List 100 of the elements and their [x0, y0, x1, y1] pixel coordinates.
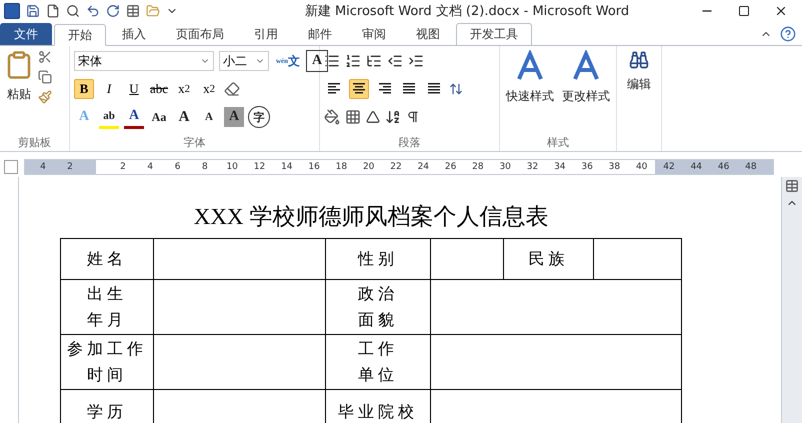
ruler-number: 2 — [67, 162, 73, 172]
table-cell[interactable]: 政治 面貌 — [326, 280, 431, 335]
view-ruler-icon[interactable] — [785, 179, 799, 193]
format-button[interactable]: I — [99, 79, 119, 99]
ruler-number: 6 — [174, 162, 180, 172]
bullets-icon[interactable] — [324, 53, 340, 69]
table-cell[interactable]: 民族 — [504, 239, 594, 280]
ruler-number: 40 — [636, 162, 648, 172]
document-title: XXX 学校师德师风档案个人信息表 — [194, 203, 548, 231]
numbering-icon[interactable] — [345, 53, 361, 69]
clear-format-icon[interactable] — [224, 81, 240, 97]
font-effect-button[interactable]: A — [124, 106, 144, 128]
ruler-number: 16 — [308, 162, 320, 172]
ruler-number: 10 — [226, 162, 238, 172]
cut-icon[interactable] — [38, 50, 52, 64]
ruler-number: 26 — [444, 162, 456, 172]
styles-button[interactable]: 快速样式 — [506, 88, 554, 105]
ribbon-tab[interactable]: 页面布局 — [162, 23, 238, 45]
find-icon[interactable] — [629, 50, 649, 70]
ruler-number: 48 — [745, 162, 757, 172]
redo-icon[interactable] — [106, 4, 120, 18]
horizontal-ruler[interactable]: 4 2 2 4 6 8 10 12 14 16 18 20 22 24 26 28 30 32 34 36 38 40 42 44 46 48 — [24, 159, 774, 175]
table-cell[interactable]: 学历 — [61, 390, 154, 423]
table-cell[interactable] — [154, 335, 326, 390]
table-cell[interactable] — [594, 239, 682, 280]
table-cell[interactable]: 性别 — [326, 239, 431, 280]
ribbon-tab[interactable]: 引用 — [240, 23, 292, 45]
table-cell[interactable] — [154, 239, 326, 280]
ruler-number: 2 — [120, 162, 126, 172]
table-cell[interactable]: 参加工作 时间 — [61, 335, 154, 390]
format-painter-icon[interactable] — [38, 90, 52, 104]
maximize-icon[interactable] — [738, 5, 750, 17]
new-document-icon[interactable] — [46, 4, 60, 18]
field-label: 性别 — [358, 248, 398, 270]
font-effect-button[interactable]: ab — [99, 106, 119, 128]
tab-selector-icon[interactable] — [4, 160, 18, 174]
editing-button[interactable]: 编辑 — [627, 76, 651, 93]
field-label: 年月 — [87, 309, 127, 331]
ribbon-tab[interactable]: 插入 — [108, 23, 160, 45]
table-cell[interactable] — [431, 280, 682, 335]
font-effect-button[interactable]: 字 — [249, 107, 269, 127]
font-effect-button[interactable]: A — [199, 107, 219, 127]
format-button[interactable]: B — [74, 79, 94, 99]
field-label: 参加工作 — [67, 338, 147, 360]
increase-indent-icon[interactable] — [408, 53, 424, 69]
help-icon[interactable] — [780, 26, 796, 42]
table-cell[interactable]: 毕业院校 — [326, 390, 431, 423]
group-label: 样式 — [546, 135, 570, 151]
multilevel-list-icon[interactable] — [366, 53, 382, 69]
sort-icon[interactable] — [385, 109, 401, 125]
ribbon-tab[interactable]: 开发工具 — [456, 23, 532, 45]
ruler-number: 38 — [608, 162, 620, 172]
borders-icon[interactable] — [345, 109, 361, 125]
vertical-scrollbar[interactable] — [781, 177, 802, 423]
ruler-number: 30 — [499, 162, 511, 172]
styles-icon — [515, 50, 545, 82]
field-label: 单位 — [358, 364, 398, 386]
table-cell[interactable] — [154, 280, 326, 335]
line-spacing-icon[interactable] — [449, 82, 463, 96]
ruler-number: 46 — [718, 162, 730, 172]
lines-icon — [352, 83, 366, 95]
font-effect-button[interactable]: A — [224, 107, 244, 127]
ribbon-tab[interactable]: 邮件 — [294, 23, 346, 45]
undo-icon[interactable] — [86, 4, 100, 18]
shading-icon[interactable] — [324, 109, 340, 125]
ruler-number: 8 — [202, 162, 208, 172]
save-icon[interactable] — [26, 4, 40, 18]
file-tab[interactable]: 文件 — [0, 23, 52, 45]
decrease-indent-icon[interactable] — [387, 53, 403, 69]
format-button[interactable]: U — [124, 79, 144, 99]
styles-icon — [571, 50, 601, 82]
table-icon[interactable] — [126, 4, 140, 18]
table-cell[interactable]: 工作 单位 — [326, 335, 431, 390]
font-effect-button[interactable]: Aa — [149, 107, 169, 127]
field-label: 工作 — [358, 338, 398, 360]
font-size-field[interactable]: 小二 — [219, 51, 269, 71]
copy-icon[interactable] — [38, 70, 52, 84]
print-preview-icon[interactable] — [66, 4, 80, 18]
font-effect-button[interactable]: A — [174, 107, 194, 127]
ribbon-tab[interactable]: 视图 — [402, 23, 454, 45]
ruler-number: 18 — [336, 162, 348, 172]
ruler-number: 12 — [254, 162, 266, 172]
styles-button[interactable]: 更改样式 — [562, 88, 610, 105]
paragraph-mark-icon[interactable] — [406, 110, 420, 124]
field-label: 面貌 — [358, 309, 398, 331]
lines-icon — [427, 83, 441, 95]
align-center-button[interactable] — [349, 79, 369, 99]
close-icon[interactable] — [774, 4, 788, 18]
character-border-button[interactable]: A — [307, 51, 328, 71]
group-label: 段落 — [398, 135, 422, 151]
ribbon-tab[interactable]: 开始 — [54, 24, 106, 46]
table-cell[interactable] — [431, 335, 682, 390]
table-cell[interactable] — [431, 239, 504, 280]
ribbon-tab[interactable]: 审阅 — [348, 23, 400, 45]
ruler-number: 42 — [663, 162, 675, 172]
table-cell[interactable]: 姓名 — [61, 239, 154, 280]
table-cell[interactable]: 出生 年月 — [61, 280, 154, 335]
paste-button[interactable]: 粘贴 — [7, 86, 31, 103]
font-name-field[interactable]: 宋体 — [74, 51, 214, 71]
format-button[interactable]: abc — [149, 79, 170, 99]
